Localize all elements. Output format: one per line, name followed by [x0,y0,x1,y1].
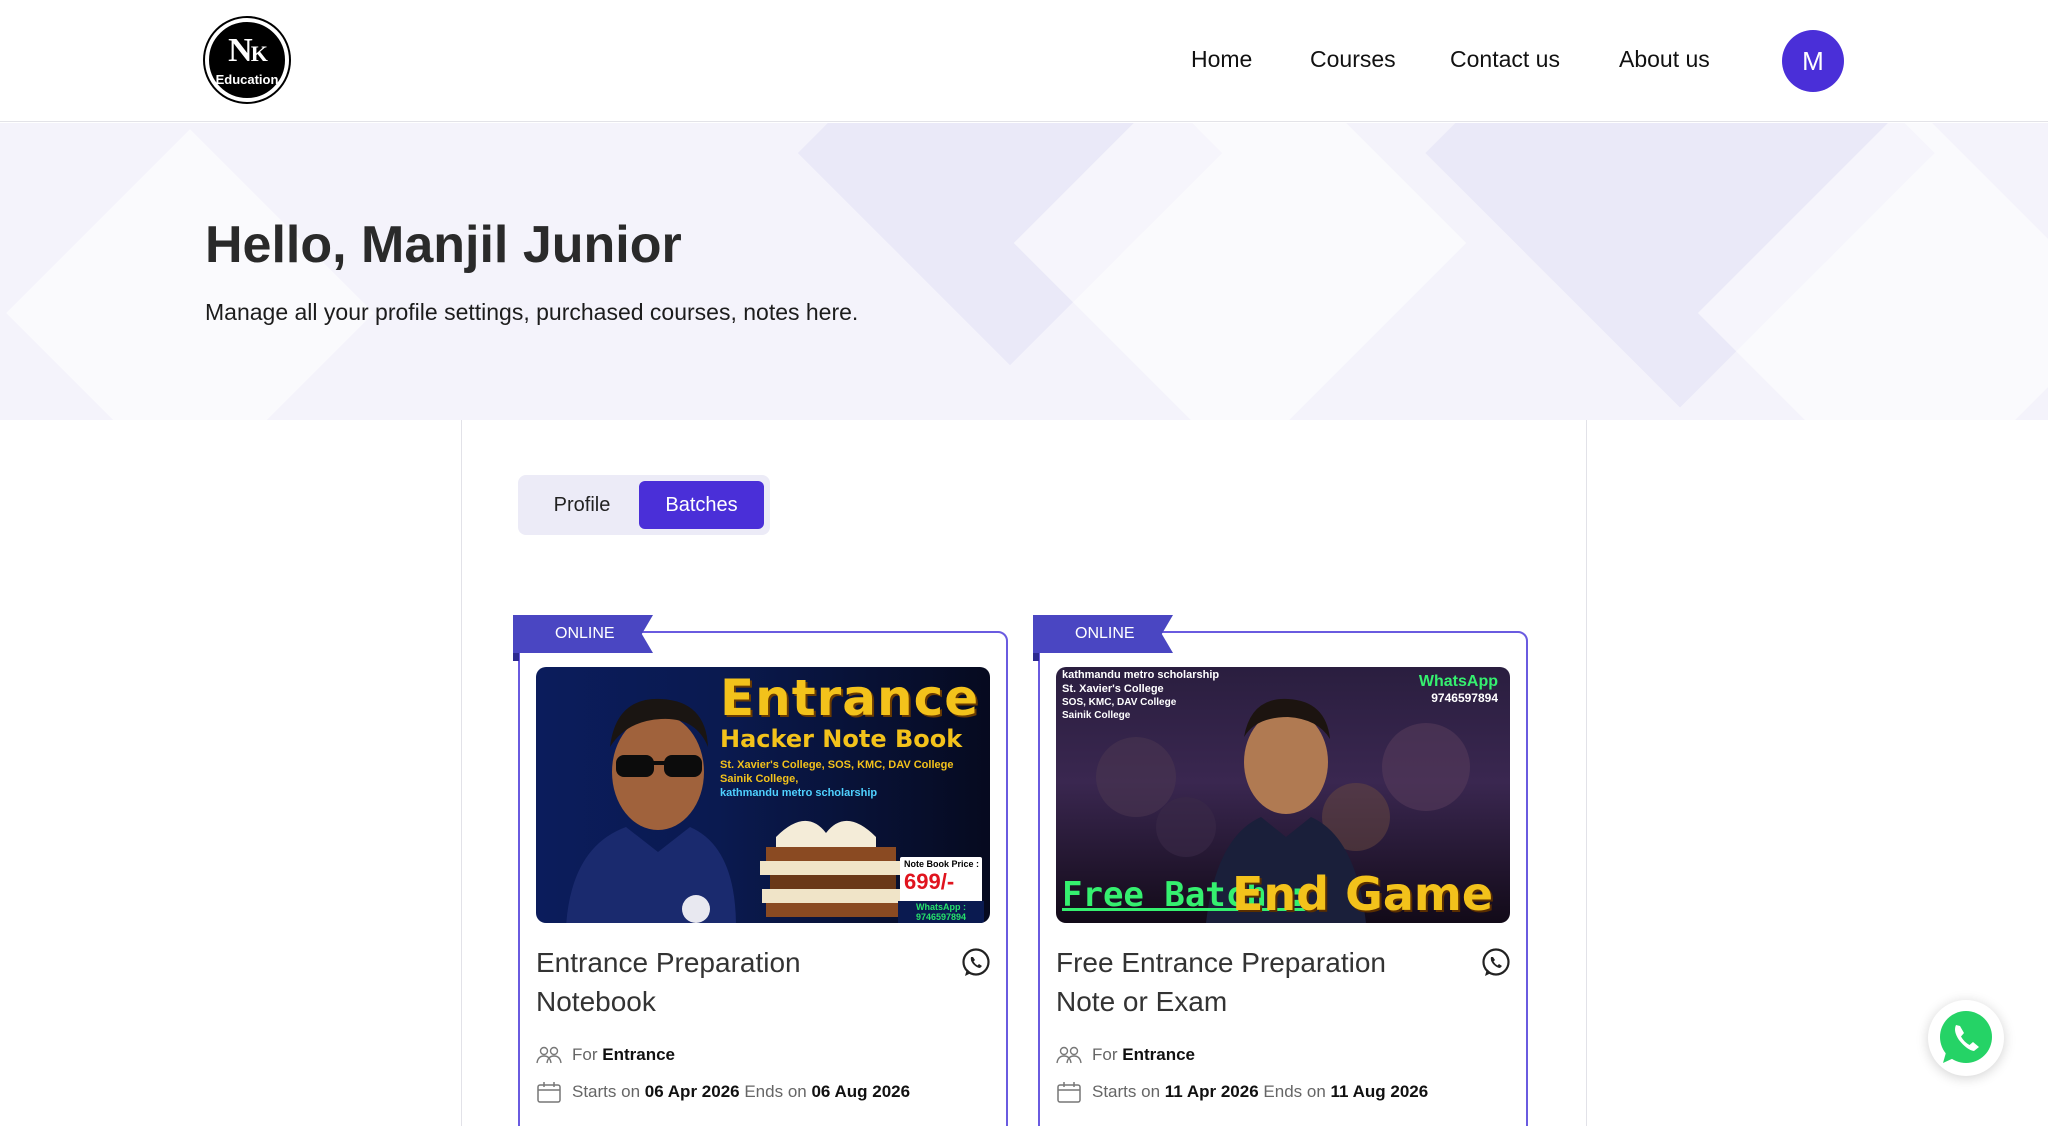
price-value: 699/- [904,869,955,894]
calendar-icon [1057,1082,1081,1103]
nav-contact-us[interactable]: Contact us [1450,46,1560,73]
for-value: Entrance [602,1045,675,1064]
ribbon-fold [513,653,519,661]
thumb-line: kathmandu metro scholarship [1062,669,1220,681]
books-stack-icon [760,820,900,917]
for-value: Entrance [1122,1045,1195,1064]
nk-education-logo[interactable]: NK Education [205,18,289,102]
nav-about-us[interactable]: About us [1619,46,1710,73]
starts-value: 11 Apr 2026 [1164,1082,1259,1101]
ends-value: 11 Aug 2026 [1330,1082,1429,1101]
thumb-whatsapp: WhatsApp : 9746597894 [898,901,984,923]
logo-letter-k: K [250,41,268,66]
ribbon-fold [1033,653,1039,661]
users-icon [536,1046,562,1064]
for-label: For [572,1045,598,1064]
tab-batches[interactable]: Batches [639,481,764,529]
users-icon [1056,1046,1082,1064]
whatsapp-icon[interactable] [960,947,992,979]
hero-banner: Hello, Manjil Junior Manage all your pro… [0,123,2048,420]
online-badge: ONLINE [513,615,653,653]
whatsapp-chat-button[interactable] [1928,1000,2004,1076]
page-title: Hello, Manjil Junior [205,216,682,274]
online-badge: ONLINE [1033,615,1173,653]
ends-value: 06 Aug 2026 [811,1082,911,1101]
nav-courses[interactable]: Courses [1310,46,1396,73]
thumb-line: SOS, KMC, DAV College [1062,697,1177,708]
thumb-whatsapp-label: WhatsApp [1418,673,1498,690]
calendar-icon [537,1082,561,1103]
batch-dates: Starts on 06 Apr 2026 Ends on 06 Aug 202… [536,1081,910,1103]
student-photo-icon [566,698,736,923]
ends-label: Ends on [744,1082,807,1101]
batch-title[interactable]: Entrance Preparation Notebook [536,943,916,1021]
batch-thumbnail: Entrance Hacker Note Book St. Xavier's C… [536,667,990,923]
tab-profile[interactable]: Profile [524,481,640,529]
logo-subtext: Education [215,72,279,87]
thumb-line: St. Xavier's College, SOS, KMC, DAV Coll… [720,759,954,771]
thumb-line: St. Xavier's College [1062,683,1164,695]
batch-card[interactable]: kathmandu metro scholarship St. Xavier's… [1038,631,1528,1126]
thumb-line: Sainik College [1062,710,1131,721]
whatsapp-icon [1940,1011,1992,1063]
nav-home[interactable]: Home [1191,46,1252,73]
starts-label: Starts on [572,1082,641,1101]
page-subtitle: Manage all your profile settings, purcha… [205,299,859,325]
thumb-line: Sainik College, [720,773,799,785]
whatsapp-icon[interactable] [1480,947,1512,979]
starts-value: 06 Apr 2026 [644,1082,740,1101]
batch-thumbnail: kathmandu metro scholarship St. Xavier's… [1056,667,1510,923]
price-label: Note Book Price : [904,859,980,869]
ends-label: Ends on [1263,1082,1326,1101]
dashboard-tabs: Profile Batches [518,475,770,535]
thumb-end-game: End Game [1232,867,1494,921]
thumb-heading: Entrance [720,669,980,727]
for-label: For [1092,1045,1118,1064]
batch-card[interactable]: Entrance Hacker Note Book St. Xavier's C… [518,631,1008,1126]
batch-title[interactable]: Free Entrance Preparation Note or Exam [1056,943,1436,1021]
batch-category: For Entrance [536,1045,675,1065]
logo-letter-n: N [228,32,253,69]
starts-label: Starts on [1092,1082,1161,1101]
batch-category: For Entrance [1056,1045,1195,1065]
batch-dates: Starts on 11 Apr 2026 Ends on 11 Aug 202… [1056,1081,1428,1103]
site-header: NK Education Home Courses Contact us Abo… [0,0,2048,122]
price-tag: Note Book Price : 699/- WhatsApp : 97465… [898,857,984,923]
thumb-whatsapp-number: 9746597894 [1431,691,1498,705]
user-avatar[interactable]: M [1782,30,1844,92]
thumb-subheading: Hacker Note Book [720,725,963,753]
